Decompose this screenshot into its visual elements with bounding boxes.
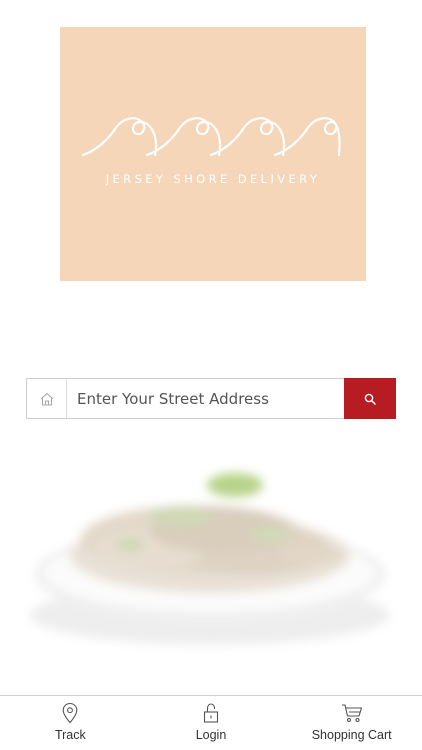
nav-item-login[interactable]: Login (141, 696, 282, 750)
nav-item-shopping-cart[interactable]: Shopping Cart (281, 696, 422, 750)
cart-icon (341, 702, 363, 724)
unlock-icon (200, 702, 222, 724)
nav-item-track[interactable]: Track (0, 696, 141, 750)
search-icon (364, 393, 376, 405)
address-search-bar (26, 378, 396, 419)
bottom-navigation: Track Login Shopping Cart (0, 695, 422, 750)
food-plate-image (30, 473, 390, 645)
location-pin-icon (59, 702, 81, 724)
nav-label-track: Track (54, 728, 86, 742)
waves-icon (81, 117, 341, 157)
logo-text: JERSEY SHORE DELIVERY (105, 172, 321, 186)
home-icon (27, 379, 67, 418)
nav-label-shopping-cart: Shopping Cart (311, 728, 392, 742)
nav-label-login: Login (195, 728, 227, 742)
street-address-input[interactable] (67, 379, 344, 418)
app-screen: JERSEY SHORE DELIVERY Enter Your Street … (0, 0, 422, 750)
address-field (26, 378, 344, 419)
search-button[interactable] (344, 378, 396, 419)
brand-logo: JERSEY SHORE DELIVERY (60, 27, 366, 281)
